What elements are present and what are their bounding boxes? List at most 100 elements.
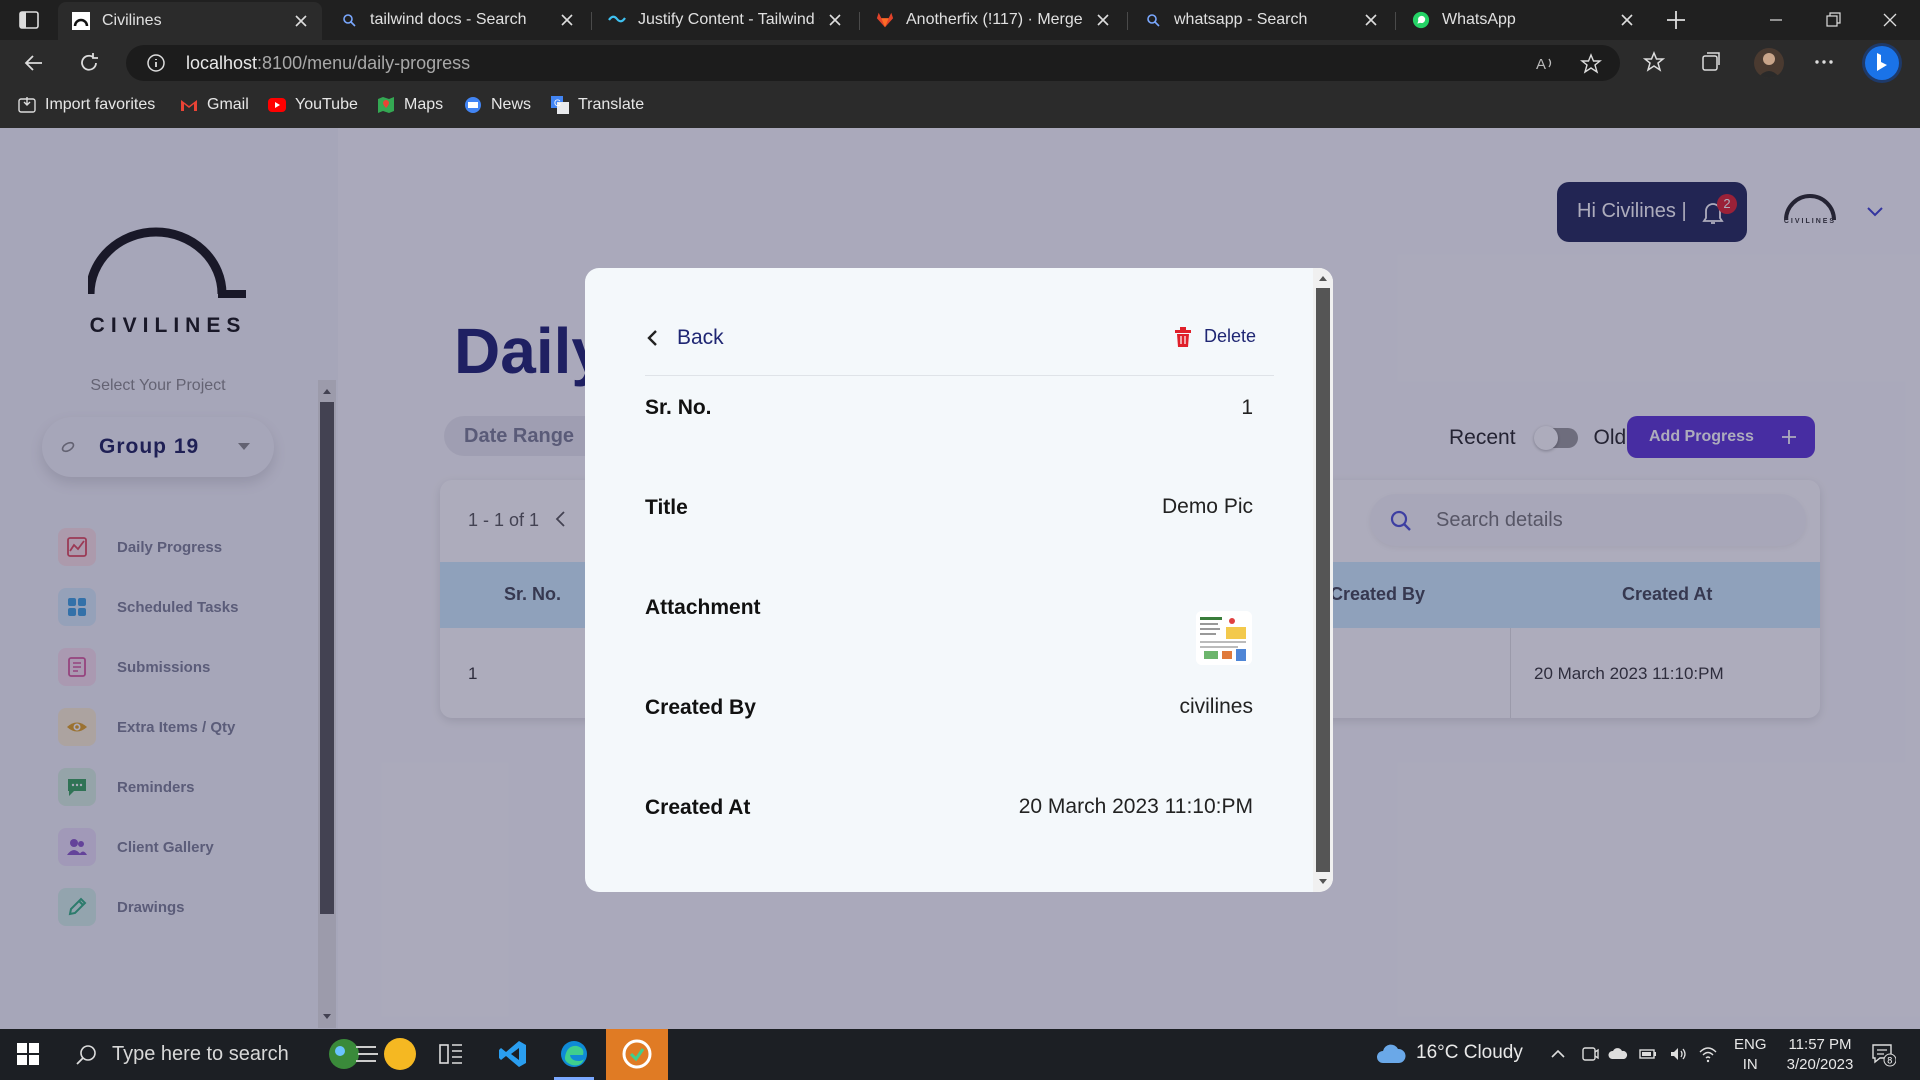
favorites-bar: Import favorites Gmail YouTube Maps News… [0, 86, 1920, 129]
profile-avatar[interactable] [1754, 48, 1784, 78]
close-icon[interactable] [1096, 13, 1110, 27]
scroll-down-icon[interactable] [1318, 878, 1328, 886]
taskbar-search[interactable]: Type here to search [62, 1029, 322, 1080]
battery-icon[interactable] [1638, 1044, 1658, 1064]
wifi-icon[interactable] [1698, 1044, 1718, 1064]
close-icon[interactable] [294, 14, 308, 28]
fav-label: Maps [404, 96, 444, 113]
fav-translate[interactable]: G Translate [551, 96, 644, 114]
tab-civilines[interactable]: Civilines [58, 2, 322, 40]
restore-icon[interactable] [1823, 10, 1843, 30]
detail-value-sr-no: 1 [1241, 396, 1253, 419]
fav-news[interactable]: News [464, 96, 531, 114]
taskbar-search-placeholder: Type here to search [112, 1043, 289, 1065]
notification-center-icon[interactable]: 8 [1870, 1041, 1896, 1067]
whatsapp-icon [1412, 11, 1430, 29]
fav-label: News [491, 96, 532, 113]
scroll-up-icon[interactable] [1318, 274, 1328, 282]
windows-start-icon[interactable] [16, 1042, 40, 1066]
bing-chat-icon[interactable] [1862, 43, 1902, 83]
task-view-icon[interactable] [436, 1039, 466, 1069]
detail-value-created-at: 20 March 2023 11:10:PM [1018, 795, 1253, 818]
url-host: localhost [186, 53, 258, 73]
url-path: :8100/menu/daily-progress [257, 53, 471, 73]
tab-title: Anotherfix (!117) · Merge requests [906, 11, 1088, 28]
refresh-icon[interactable] [77, 51, 101, 75]
notification-center-count: 8 [1887, 1056, 1892, 1066]
attachment-thumbnail[interactable] [1196, 611, 1252, 665]
minimize-icon[interactable] [1766, 10, 1786, 30]
chevron-left-icon [647, 330, 657, 346]
site-info-icon[interactable] [146, 53, 166, 73]
fav-label: Translate [578, 96, 645, 113]
gitlab-icon [876, 11, 894, 29]
fav-maps[interactable]: Maps [377, 96, 443, 114]
close-icon[interactable] [1620, 13, 1634, 27]
edge-icon[interactable] [559, 1039, 589, 1069]
tailwind-icon [608, 11, 626, 29]
close-icon[interactable] [560, 13, 574, 27]
trash-icon [1175, 326, 1191, 347]
import-icon [18, 96, 36, 114]
close-window-icon[interactable] [1880, 10, 1900, 30]
weather-widget[interactable]: 16°C Cloudy [1376, 1041, 1523, 1065]
fav-import-favorites[interactable]: Import favorites [18, 96, 155, 114]
language-indicator[interactable]: ENG IN [1734, 1035, 1767, 1075]
back-arrow-icon[interactable] [22, 51, 46, 75]
delete-button[interactable]: Delete [1174, 326, 1256, 347]
onedrive-icon[interactable] [1608, 1044, 1628, 1064]
back-label: Back [677, 326, 724, 349]
civilines-favicon-icon [72, 12, 90, 30]
vscode-icon[interactable] [498, 1039, 528, 1069]
search-highlight-icon[interactable] [324, 1035, 420, 1073]
modal-scrollbar[interactable] [1313, 268, 1333, 892]
gmail-icon [180, 96, 198, 114]
address-bar-row: localhost:8100/menu/daily-progress A [0, 40, 1920, 86]
fav-youtube[interactable]: YouTube [268, 96, 358, 114]
read-aloud-icon[interactable]: A [1534, 53, 1556, 75]
app-icon[interactable] [606, 1029, 668, 1080]
collections-icon[interactable] [1699, 50, 1723, 74]
svg-text:G: G [554, 98, 561, 108]
news-icon [464, 96, 482, 114]
tab-separator [1395, 12, 1396, 30]
delete-label: Delete [1204, 326, 1257, 346]
close-icon[interactable] [828, 13, 842, 27]
tab-whatsapp[interactable]: WhatsApp [1398, 0, 1648, 40]
clock[interactable]: 11:57 PM 3/20/2023 [1778, 1035, 1862, 1075]
chevron-up-icon[interactable] [1548, 1044, 1568, 1064]
search-icon [76, 1044, 96, 1065]
tab-separator [859, 12, 860, 30]
address-input[interactable]: localhost:8100/menu/daily-progress A [126, 45, 1620, 81]
close-icon[interactable] [1364, 13, 1378, 27]
scrollbar-thumb[interactable] [1316, 288, 1330, 872]
more-options-icon[interactable] [1812, 50, 1836, 74]
speaker-icon[interactable] [1668, 1044, 1688, 1064]
tab-separator [591, 12, 592, 30]
fav-label: YouTube [295, 96, 358, 113]
search-icon [340, 11, 358, 29]
tab-gitlab[interactable]: Anotherfix (!117) · Merge requests [862, 0, 1124, 40]
detail-label-attachment: Attachment [645, 596, 761, 619]
tab-bar: Civilines tailwind docs - Search Justify… [0, 0, 1920, 40]
windows-taskbar: Type here to search 16°C Cloudy ENG IN 1… [0, 1029, 1920, 1080]
detail-label-created-by: Created By [645, 696, 756, 719]
new-tab-icon[interactable] [1664, 8, 1688, 32]
detail-label-title: Title [645, 496, 688, 519]
maps-icon [377, 96, 395, 114]
fav-gmail[interactable]: Gmail [180, 96, 249, 114]
progress-detail-modal: Back Delete Sr. No. 1 Title Demo Pic Att… [585, 268, 1333, 892]
weather-text: 16°C Cloudy [1416, 1042, 1523, 1063]
meet-now-icon[interactable] [1580, 1044, 1600, 1064]
tab-separator [1127, 12, 1128, 30]
fav-label: Gmail [207, 96, 249, 113]
tab-actions-icon[interactable] [18, 9, 40, 31]
detail-value-created-by: civilines [1179, 695, 1253, 718]
favorites-icon[interactable] [1642, 50, 1666, 74]
add-favorite-icon[interactable] [1580, 53, 1602, 75]
tab-tailwind-justify[interactable]: Justify Content - Tailwind CSS [594, 0, 856, 40]
tab-tailwind-search[interactable]: tailwind docs - Search [326, 0, 588, 40]
back-button[interactable]: Back [645, 326, 724, 350]
tab-whatsapp-search[interactable]: whatsapp - Search [1130, 0, 1392, 40]
svg-text:A: A [1536, 56, 1546, 73]
